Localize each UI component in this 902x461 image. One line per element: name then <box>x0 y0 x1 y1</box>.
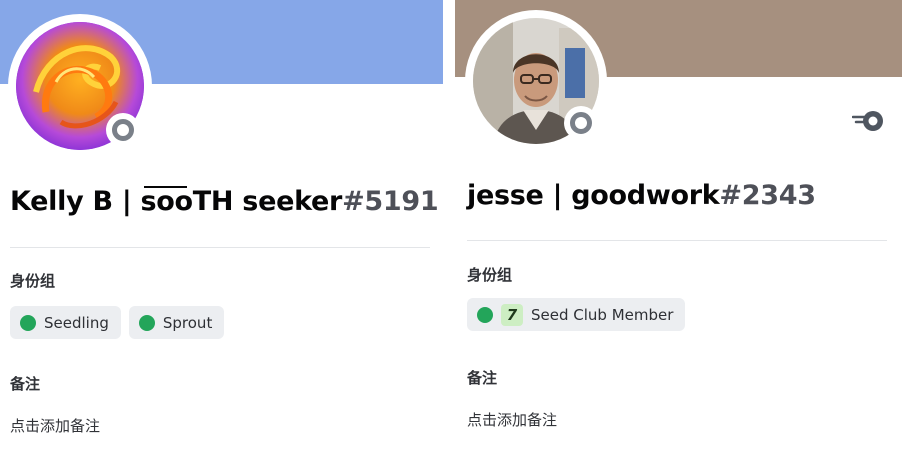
role-color-dot <box>477 306 493 323</box>
role-list: Seedling Sprout <box>10 306 225 339</box>
divider <box>10 247 430 248</box>
role-pill[interactable]: Sprout <box>128 306 225 339</box>
discriminator: #2343 <box>719 180 816 211</box>
role-color-dot <box>20 314 36 331</box>
note-input[interactable]: 点击添加备注 <box>467 409 557 430</box>
note-title: 备注 <box>10 375 41 393</box>
divider <box>467 240 887 241</box>
username-name: jesse | goodwork <box>467 180 720 211</box>
role-color-dot <box>138 314 155 331</box>
role-list: 7 Seed Club Member <box>467 298 686 331</box>
card-gap <box>443 0 455 461</box>
role-pill[interactable]: 7 Seed Club Member <box>467 298 686 331</box>
profile-card-kelly: Kelly B | sooTH seeker#5191 身份组 Seedling… <box>0 0 443 461</box>
discriminator: #5191 <box>342 186 439 217</box>
roles-title: 身份组 <box>10 272 56 290</box>
username-prefix: Kelly B | <box>10 186 141 217</box>
role-name: Seedling <box>44 313 109 332</box>
profile-card-jesse: jesse | goodwork#2343 身份组 7 Seed Club Me… <box>455 0 902 461</box>
username[interactable]: Kelly B | sooTH seeker#5191 <box>10 186 439 217</box>
role-emoji-icon: 7 <box>501 303 523 326</box>
note-input[interactable]: 点击添加备注 <box>10 415 100 436</box>
username[interactable]: jesse | goodwork#2343 <box>467 180 816 211</box>
note-title: 备注 <box>467 369 498 387</box>
roles-title: 身份组 <box>467 266 513 284</box>
role-pill[interactable]: Seedling <box>10 306 121 339</box>
username-suffix: TH seeker <box>192 186 343 217</box>
role-name: Sprout <box>162 313 213 332</box>
status-offline-icon <box>106 113 140 147</box>
nitro-icon[interactable] <box>852 108 886 134</box>
username-overlined: soo <box>140 186 193 217</box>
role-name: Seed Club Member <box>531 305 674 324</box>
status-offline-icon <box>564 106 598 140</box>
